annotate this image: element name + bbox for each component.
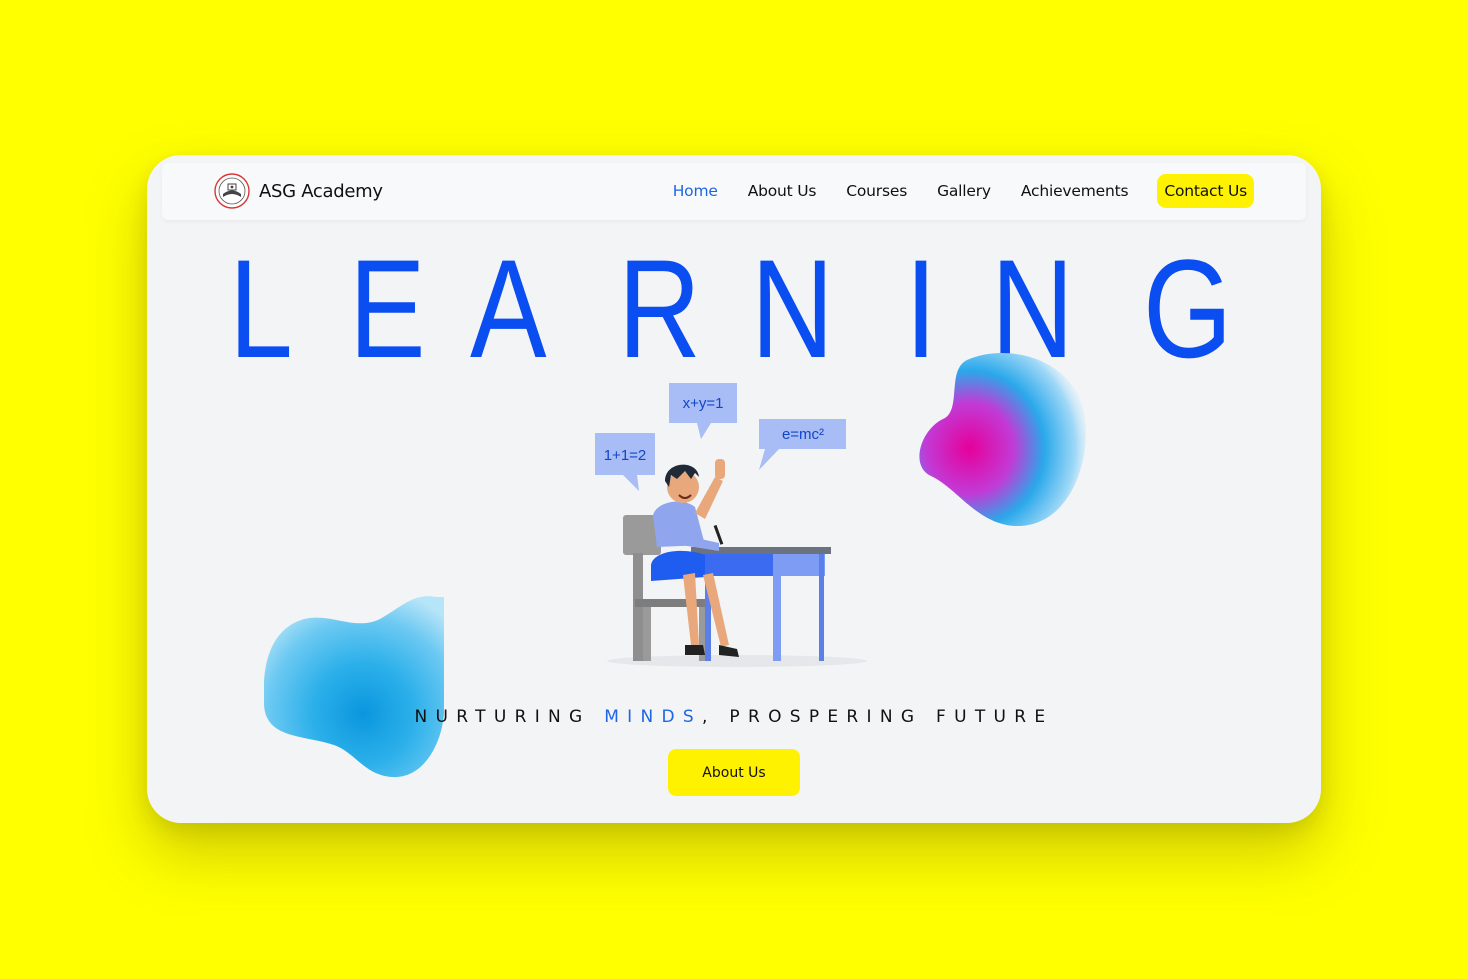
nav-about-us[interactable]: About Us [748,176,817,206]
tagline: NURTURING MINDS, PROSPERING FUTURE [147,707,1321,727]
headline-letter: L [229,230,293,387]
student-illustration: 1+1=2 x+y=1 e=mc² [595,383,867,667]
headline-letter: E [349,230,426,387]
headline-letter: G [1143,230,1233,387]
headline-letter: N [751,230,834,387]
speech-bubble-left: 1+1=2 [595,433,655,491]
academy-seal-icon [214,173,250,209]
speech-bubble-top: x+y=1 [669,383,737,439]
headline-letter: A [470,230,547,387]
speech-bubble-right: e=mc² [759,419,846,470]
tagline-pre: NURTURING [414,707,605,727]
bubble-text-right: e=mc² [782,426,824,443]
nav-gallery[interactable]: Gallery [937,176,991,206]
hero-card: ASG Academy Home About Us Courses Galler… [147,155,1321,823]
brand[interactable]: ASG Academy [214,173,383,209]
headline-learning: L E A R N I N G [147,239,1321,379]
tagline-accent: MINDS [604,707,702,727]
headline-letter: R [618,230,701,387]
nav-home[interactable]: Home [673,176,718,206]
nav-achievements[interactable]: Achievements [1021,176,1129,206]
gradient-blob-blue [264,596,444,778]
bubble-text-top: x+y=1 [683,395,724,412]
bubble-text-left: 1+1=2 [604,447,647,464]
tagline-post: , PROSPERING FUTURE [702,707,1054,727]
navbar: ASG Academy Home About Us Courses Galler… [162,163,1306,220]
contact-us-button[interactable]: Contact Us [1157,174,1254,208]
nav-courses[interactable]: Courses [846,176,907,206]
nav-links: Home About Us Courses Gallery Achievemen… [643,174,1254,208]
brand-name: ASG Academy [259,180,383,202]
gradient-blob-pink [919,353,1086,527]
about-us-cta-button[interactable]: About Us [668,749,800,796]
